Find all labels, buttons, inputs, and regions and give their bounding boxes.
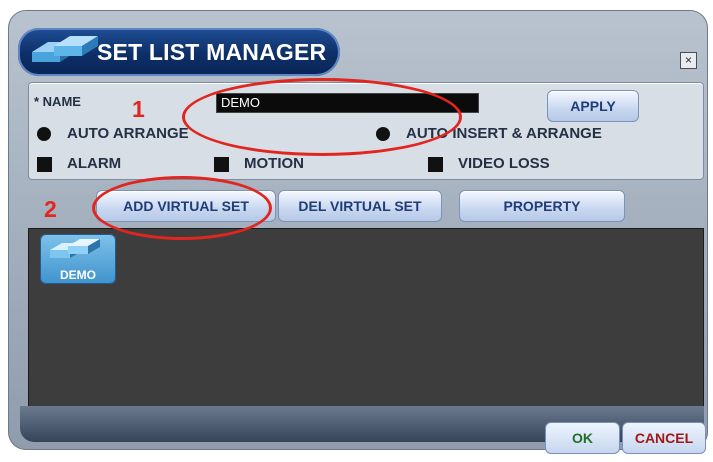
set-list-area[interactable] [28, 228, 704, 408]
annotation-ellipse-add [92, 176, 272, 240]
motion-label: MOTION [244, 155, 304, 172]
apply-button[interactable]: APPLY [547, 90, 639, 122]
video-loss-checkbox[interactable] [428, 157, 443, 172]
name-label: * NAME [34, 94, 81, 109]
annotation-number-1: 1 [132, 96, 145, 122]
close-button[interactable]: × [680, 52, 697, 69]
virtual-set-label: DEMO [60, 268, 96, 282]
cancel-button[interactable]: CANCEL [622, 422, 706, 454]
virtual-set-icon [50, 239, 100, 258]
auto-arrange-radio[interactable] [37, 127, 51, 141]
annotation-number-2: 2 [44, 196, 57, 222]
del-virtual-set-button[interactable]: DEL VIRTUAL SET [278, 190, 442, 222]
dialog-title: SET LIST MANAGER [97, 39, 327, 65]
close-icon: × [684, 53, 692, 67]
annotation-ellipse-name [182, 78, 462, 156]
alarm-label: ALARM [67, 155, 122, 172]
set-icon [32, 36, 98, 62]
auto-arrange-label: AUTO ARRANGE [67, 125, 189, 142]
ok-button[interactable]: OK [545, 422, 620, 454]
alarm-checkbox[interactable] [37, 157, 52, 172]
motion-checkbox[interactable] [214, 157, 229, 172]
video-loss-label: VIDEO LOSS [458, 155, 550, 172]
property-button[interactable]: PROPERTY [459, 190, 625, 222]
